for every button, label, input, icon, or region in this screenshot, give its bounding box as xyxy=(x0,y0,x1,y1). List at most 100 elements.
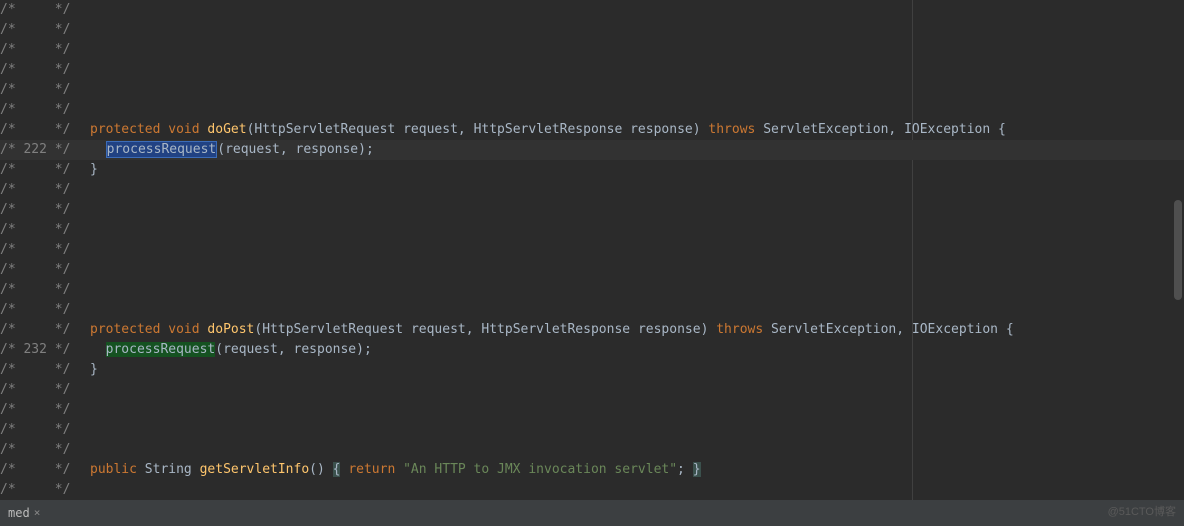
code-line[interactable]: /* 222 */ processRequest(request, respon… xyxy=(0,140,1184,160)
token-punct: } xyxy=(90,162,98,177)
token-param: request xyxy=(403,122,458,137)
code-content[interactable]: protected void doPost(HttpServletRequest… xyxy=(82,320,1014,340)
code-line[interactable]: /* */ xyxy=(0,400,1184,420)
code-content[interactable]: public String getServletInfo() { return … xyxy=(82,460,701,480)
code-content[interactable] xyxy=(82,40,90,60)
line-number-comment: /* */ xyxy=(0,80,82,100)
line-number-comment: /* */ xyxy=(0,280,82,300)
line-number-comment: /* */ xyxy=(0,400,82,420)
code-line[interactable]: /* 232 */ processRequest(request, respon… xyxy=(0,340,1184,360)
code-content[interactable]: processRequest(request, response); xyxy=(82,340,372,360)
code-line[interactable]: /* */ xyxy=(0,240,1184,260)
line-number-comment: /* */ xyxy=(0,320,82,340)
token-punct: , xyxy=(280,142,288,157)
token-kw: public xyxy=(90,462,137,477)
code-line[interactable]: /* */} xyxy=(0,160,1184,180)
token-kw: return xyxy=(348,462,395,477)
token-punct: ); xyxy=(356,342,372,357)
line-number-comment: /* 222 */ xyxy=(0,140,82,160)
line-number-comment: /* */ xyxy=(0,300,82,320)
code-line[interactable]: /* */protected void doPost(HttpServletRe… xyxy=(0,320,1184,340)
token-punct: , xyxy=(278,342,286,357)
token-punct: , xyxy=(896,322,904,337)
code-content[interactable]: protected void doGet(HttpServletRequest … xyxy=(82,120,1006,140)
token-kw: protected xyxy=(90,322,160,337)
token-param: response xyxy=(630,122,693,137)
code-line[interactable]: /* */ xyxy=(0,380,1184,400)
code-content[interactable] xyxy=(82,200,90,220)
code-content[interactable] xyxy=(82,280,90,300)
code-line[interactable]: /* */ xyxy=(0,40,1184,60)
code-line[interactable]: /* */ xyxy=(0,100,1184,120)
code-line[interactable]: /* */ xyxy=(0,20,1184,40)
code-content[interactable] xyxy=(82,440,90,460)
token-punct: , xyxy=(466,322,474,337)
code-line[interactable]: /* */ xyxy=(0,420,1184,440)
token-kw: void xyxy=(168,122,199,137)
token-punct: { xyxy=(1006,322,1014,337)
code-line[interactable]: /* */ xyxy=(0,480,1184,500)
line-number-comment: /* */ xyxy=(0,260,82,280)
code-line[interactable]: /* */ xyxy=(0,200,1184,220)
token-param: response xyxy=(638,322,701,337)
code-line[interactable]: /* */public String getServletInfo() { re… xyxy=(0,460,1184,480)
code-content[interactable] xyxy=(82,0,90,20)
code-content[interactable] xyxy=(82,60,90,80)
code-content[interactable] xyxy=(82,220,90,240)
code-line[interactable]: /* */protected void doGet(HttpServletReq… xyxy=(0,120,1184,140)
token-punct: { xyxy=(998,122,1006,137)
code-content[interactable]: } xyxy=(82,360,98,380)
token-method-decl: doGet xyxy=(207,122,246,137)
code-content[interactable] xyxy=(82,80,90,100)
token-punct: ( xyxy=(215,342,223,357)
token-type: ServletException xyxy=(771,322,896,337)
code-content[interactable] xyxy=(82,180,90,200)
vertical-scrollbar-thumb[interactable] xyxy=(1174,200,1182,300)
token-string: "An HTTP to JMX invocation servlet" xyxy=(403,462,677,477)
code-content[interactable] xyxy=(82,420,90,440)
code-content[interactable] xyxy=(82,300,90,320)
line-number-comment: /* */ xyxy=(0,180,82,200)
code-line[interactable]: /* */ xyxy=(0,180,1184,200)
code-content[interactable] xyxy=(82,20,90,40)
token-param: request xyxy=(223,342,278,357)
token-param: response xyxy=(296,142,359,157)
code-line[interactable]: /* */ xyxy=(0,0,1184,20)
token-type: HttpServletRequest xyxy=(262,322,403,337)
code-line[interactable]: /* */ xyxy=(0,80,1184,100)
close-icon[interactable]: × xyxy=(34,503,41,523)
line-number-comment: /* */ xyxy=(0,480,82,500)
watermark: @51CTO博客 xyxy=(1108,502,1176,522)
code-content[interactable] xyxy=(82,400,90,420)
code-content[interactable] xyxy=(82,380,90,400)
code-line[interactable]: /* */ xyxy=(0,280,1184,300)
token-param: request xyxy=(411,322,466,337)
code-line[interactable]: /* */ xyxy=(0,260,1184,280)
token-param: request xyxy=(225,142,280,157)
code-line[interactable]: /* */ xyxy=(0,60,1184,80)
code-content[interactable] xyxy=(82,480,90,500)
token-brace-hl: } xyxy=(693,462,701,477)
code-content[interactable] xyxy=(82,240,90,260)
code-editor[interactable]: /* *//* *//* *//* *//* *//* *//* */prote… xyxy=(0,0,1184,500)
token-punct: } xyxy=(90,362,98,377)
token-kw: protected xyxy=(90,122,160,137)
line-number-comment: /* */ xyxy=(0,20,82,40)
code-line[interactable]: /* */ xyxy=(0,440,1184,460)
line-number-comment: /* */ xyxy=(0,0,82,20)
code-line[interactable]: /* */ xyxy=(0,220,1184,240)
token-call-hl-blue: processRequest xyxy=(106,141,218,158)
line-number-comment: /* */ xyxy=(0,240,82,260)
token-kw: void xyxy=(168,322,199,337)
code-content[interactable]: } xyxy=(82,160,98,180)
code-content[interactable]: processRequest(request, response); xyxy=(82,140,374,160)
code-line[interactable]: /* */ xyxy=(0,300,1184,320)
tab-label[interactable]: med xyxy=(8,503,30,523)
line-number-comment: /* */ xyxy=(0,460,82,480)
bottom-tab-bar: med × xyxy=(0,500,1184,526)
token-punct: , xyxy=(458,122,466,137)
code-content[interactable] xyxy=(82,100,90,120)
code-content[interactable] xyxy=(82,260,90,280)
code-line[interactable]: /* */} xyxy=(0,360,1184,380)
token-type: String xyxy=(145,462,192,477)
